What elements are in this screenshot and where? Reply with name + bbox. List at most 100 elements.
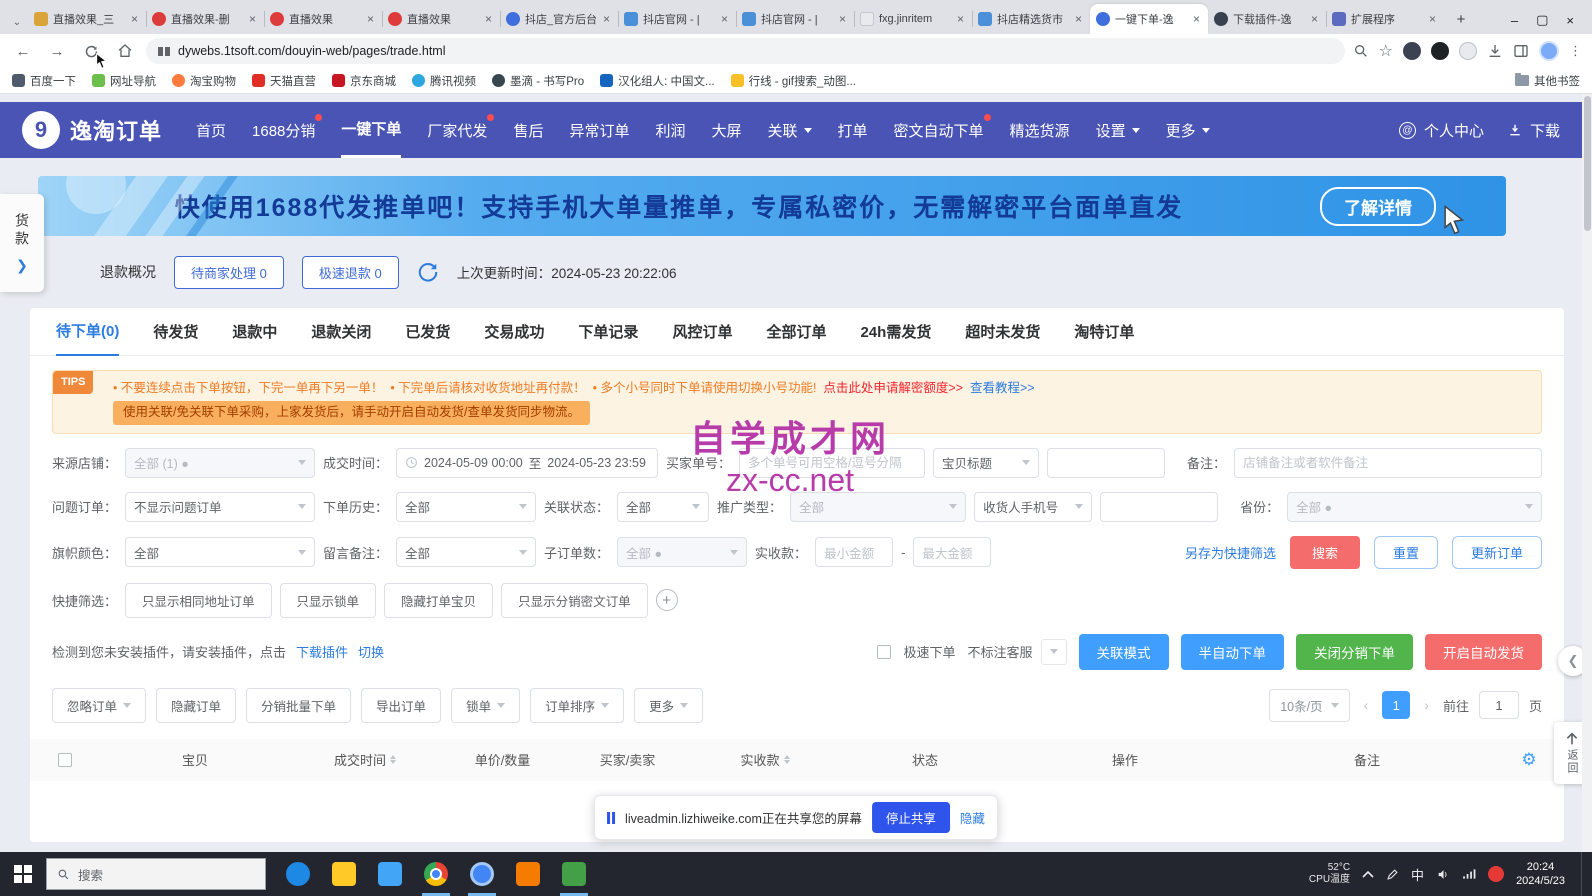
receiver-phone-select[interactable]: 收货人手机号	[974, 492, 1092, 522]
prev-page-icon[interactable]: ‹	[1360, 697, 1373, 713]
remark-input[interactable]	[1243, 456, 1533, 470]
start-button[interactable]	[0, 852, 46, 896]
tab-close-icon[interactable]: ×	[129, 12, 140, 26]
tab-close-icon[interactable]: ×	[837, 12, 848, 26]
tab-order-history[interactable]: 下单记录	[578, 308, 638, 356]
tab-close-icon[interactable]: ×	[483, 12, 494, 26]
flag-color-select[interactable]: 全部	[125, 537, 315, 567]
title-input[interactable]	[1056, 456, 1156, 470]
nav-item-more[interactable]: 更多	[1166, 104, 1210, 157]
tab-to-ship[interactable]: 待发货	[153, 308, 198, 356]
suborder-count-select[interactable]: 全部 ●	[617, 537, 747, 567]
help-extension-icon[interactable]	[1431, 42, 1449, 60]
more-button[interactable]: 更多	[634, 688, 703, 723]
bookmark-item[interactable]: 淘宝购物	[172, 73, 236, 89]
col-paid[interactable]: 实收款	[690, 750, 840, 769]
taskbar-app-browser2[interactable]	[462, 852, 502, 896]
browser-tab[interactable]: 抖店精选货市×	[972, 4, 1090, 34]
nav-item-bigscreen[interactable]: 大屏	[711, 104, 741, 157]
profile-avatar[interactable]	[1539, 41, 1559, 61]
browser-tab[interactable]: 抖店官网 - |×	[736, 4, 854, 34]
browser-tab[interactable]: 直播效果_三×	[28, 4, 146, 34]
view-tutorial-link[interactable]: 查看教程>>	[970, 381, 1035, 395]
lock-order-button[interactable]: 锁单	[451, 688, 520, 723]
tab-close-icon[interactable]: ×	[1073, 12, 1084, 26]
semi-auto-order-button[interactable]: 半自动下单	[1181, 634, 1285, 670]
tab-close-icon[interactable]: ×	[955, 12, 966, 26]
save-quick-filter-link[interactable]: 另存为快捷筛选	[1185, 543, 1276, 562]
bookmark-star-icon[interactable]: ☆	[1379, 41, 1393, 61]
tampermonkey-extension-icon[interactable]	[1403, 42, 1421, 60]
tray-expand-chevron-icon[interactable]	[1362, 870, 1374, 878]
bookmark-item[interactable]: 腾讯视频	[412, 73, 476, 89]
nav-item-selected-supply[interactable]: 精选货源	[1010, 104, 1070, 157]
taskbar-app-wechat[interactable]	[554, 852, 594, 896]
side-panel-icon[interactable]	[1513, 43, 1529, 59]
menu-dots-icon[interactable]: ⋮	[1569, 43, 1582, 59]
stop-sharing-button[interactable]: 停止共享	[872, 802, 950, 833]
quick-filter-hide-printed[interactable]: 隐藏打单宝贝	[384, 583, 493, 618]
promo-type-select[interactable]: 全部	[790, 492, 966, 522]
per-page-select[interactable]: 10条/页	[1269, 689, 1349, 722]
close-icon[interactable]: ×	[1566, 13, 1574, 28]
browser-tab[interactable]: 下载插件-逸×	[1208, 4, 1326, 34]
nav-item-abnormal-orders[interactable]: 异常订单	[569, 104, 629, 157]
apply-decrypt-link[interactable]: 点击此处申请解密额度>>	[823, 381, 963, 395]
browser-tab-active[interactable]: 一键下单-逸×	[1090, 4, 1208, 34]
min-amount-input[interactable]: 最小金额	[815, 537, 893, 567]
tab-close-icon[interactable]: ×	[1427, 12, 1438, 26]
download-client[interactable]: 下载	[1508, 104, 1560, 157]
browser-tab[interactable]: fxg.jinritem×	[854, 4, 972, 34]
tab-close-icon[interactable]: ×	[365, 12, 376, 26]
taskbar-app-chrome[interactable]	[416, 852, 456, 896]
taskbar-search[interactable]: 搜索	[46, 858, 266, 890]
bookmark-item[interactable]: 墨滴 - 书写Pro	[492, 73, 584, 89]
express-order-checkbox[interactable]	[877, 645, 891, 659]
nav-item-settings[interactable]: 设置	[1096, 104, 1140, 157]
page-scrollbar[interactable]	[1582, 94, 1592, 852]
quick-filter-same-address[interactable]: 只显示相同地址订单	[125, 583, 272, 618]
goto-page-input[interactable]: 1	[1479, 691, 1519, 719]
bookmark-item[interactable]: 天猫直营	[252, 73, 316, 89]
bookmark-item[interactable]: 百度一下	[12, 73, 76, 89]
pending-merchant-button[interactable]: 待商家处理 0	[174, 256, 284, 289]
taskbar-app-explorer[interactable]	[324, 852, 364, 896]
current-page[interactable]: 1	[1382, 691, 1410, 719]
brand[interactable]: 9 逸淘订单	[22, 111, 162, 149]
minimize-icon[interactable]: –	[1511, 13, 1518, 28]
province-select[interactable]: 全部 ●	[1287, 492, 1542, 522]
tab-all-orders[interactable]: 全部订单	[766, 308, 826, 356]
nav-item-aftersale[interactable]: 售后	[513, 104, 543, 157]
search-button[interactable]: 搜索	[1290, 536, 1360, 569]
nav-item-factory-dropship[interactable]: 厂家代发	[427, 104, 487, 157]
browser-tab[interactable]: 直播效果×	[264, 4, 382, 34]
tab-close-icon[interactable]: ×	[601, 12, 612, 26]
tab-close-icon[interactable]: ×	[247, 12, 258, 26]
quick-filter-cipher-only[interactable]: 只显示分销密文订单	[501, 583, 648, 618]
max-amount-input[interactable]: 最大金额	[913, 537, 991, 567]
batch-distribution-order-button[interactable]: 分销批量下单	[246, 688, 351, 723]
deal-time-range[interactable]: 2024-05-09 00:00 至 2024-05-23 23:59	[396, 448, 658, 478]
tab-close-icon[interactable]: ×	[1191, 12, 1202, 26]
buyer-order-input[interactable]	[748, 456, 916, 470]
nav-item-profit[interactable]: 利润	[655, 104, 685, 157]
relation-mode-button[interactable]: 关联模式	[1079, 634, 1169, 670]
browser-tab[interactable]: 抖店_官方后台×	[500, 4, 618, 34]
tab-risk-orders[interactable]: 风控订单	[672, 308, 732, 356]
order-history-select[interactable]: 全部	[396, 492, 536, 522]
tab-search-icon[interactable]: ⌄	[6, 10, 28, 34]
scrollbar-thumb[interactable]	[1584, 96, 1591, 231]
personal-center[interactable]: @个人中心	[1399, 104, 1484, 157]
select-all-checkbox[interactable]	[58, 753, 72, 767]
bookmark-item[interactable]: 汉化组人: 中国文...	[600, 73, 714, 89]
browser-tab[interactable]: 扩展程序×	[1326, 4, 1444, 34]
new-tab-button[interactable]: +	[1448, 6, 1474, 32]
add-quick-filter-icon[interactable]: +	[656, 589, 678, 611]
bookmark-item[interactable]: 网址导航	[92, 73, 156, 89]
site-info-icon[interactable]	[158, 47, 170, 56]
sort-icon[interactable]	[390, 755, 396, 764]
nav-item-cipher-auto-order[interactable]: 密文自动下单	[894, 104, 984, 157]
service-mark-select[interactable]: 不标注客服	[967, 639, 1066, 665]
quick-filter-locked-only[interactable]: 只显示锁单	[280, 583, 377, 618]
next-page-icon[interactable]: ›	[1420, 697, 1433, 713]
